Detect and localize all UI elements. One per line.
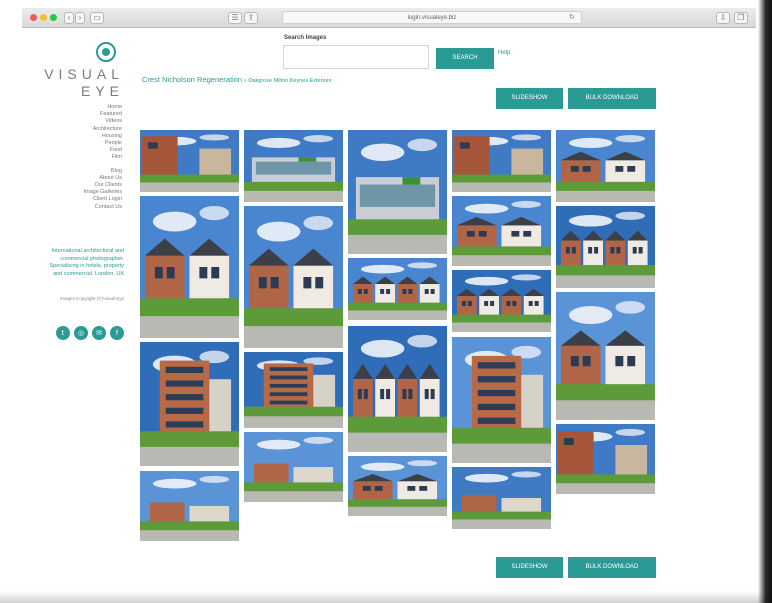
help-link[interactable]: Help xyxy=(498,50,510,56)
logo-line-2: EYE xyxy=(80,83,124,99)
search-button[interactable]: SEARCH xyxy=(436,48,494,69)
gallery-image[interactable] xyxy=(348,326,447,452)
nav-item-film[interactable]: Film xyxy=(83,154,122,161)
nav-item-clients[interactable]: Our Clients xyxy=(83,182,122,189)
gallery-image[interactable] xyxy=(348,130,447,254)
gallery-image[interactable] xyxy=(452,130,551,192)
reload-icon[interactable]: ↻ xyxy=(569,12,575,24)
breadcrumb-gallery[interactable]: Crest Nicholson Regeneration xyxy=(142,75,242,84)
slideshow-button-bottom[interactable]: SLIDESHOW xyxy=(496,557,563,578)
zoom-window-button[interactable] xyxy=(50,14,57,21)
breadcrumb-current: Oakgrove Milton Keynes Exteriors xyxy=(248,78,332,84)
gallery-image[interactable] xyxy=(556,292,655,420)
logo-line-1: VISUAL xyxy=(44,66,124,82)
nav-item-client-login[interactable]: Client Login xyxy=(83,196,122,203)
close-window-button[interactable] xyxy=(30,14,37,21)
gallery-image[interactable] xyxy=(244,130,343,202)
nav-item-about[interactable]: About Us xyxy=(83,175,122,182)
nav-item-people[interactable]: People xyxy=(83,140,122,147)
gallery-image[interactable] xyxy=(244,352,343,428)
nav-item-videos[interactable]: Videos xyxy=(83,118,122,125)
window-bottom-shadow xyxy=(0,591,772,603)
minimize-window-button[interactable] xyxy=(40,14,47,21)
site-description: International architectural and commerci… xyxy=(49,248,124,277)
gallery-image[interactable] xyxy=(348,258,447,320)
gallery-image[interactable] xyxy=(244,432,343,502)
nav-item-home[interactable]: Home xyxy=(83,104,122,111)
bulk-download-button-bottom[interactable]: BULK DOWNLOAD xyxy=(568,557,656,578)
site-logo[interactable]: VISUAL EYE xyxy=(44,66,124,99)
bulk-download-button-top[interactable]: BULK DOWNLOAD xyxy=(568,88,656,109)
nav-item-galleries[interactable]: Image Galleries xyxy=(83,189,122,196)
address-bar[interactable]: login.visualeye.biz ↻ xyxy=(282,11,582,24)
address-bar-url: login.visualeye.biz xyxy=(407,15,457,21)
nav-item-housing[interactable]: Housing xyxy=(83,133,122,140)
gallery-image[interactable] xyxy=(348,456,447,516)
search-input[interactable] xyxy=(283,45,429,69)
gallery-image[interactable] xyxy=(140,471,239,541)
copyright-notice: Images Copyright (©)Visual Eye xyxy=(59,296,124,301)
nav-item-architecture[interactable]: Architecture xyxy=(83,126,122,133)
window-edge-shadow xyxy=(758,0,772,603)
logo-eye-icon[interactable] xyxy=(96,42,116,62)
gallery-image[interactable] xyxy=(556,424,655,494)
sidebar-toggle-icon[interactable]: ▭ xyxy=(90,12,104,24)
gallery-image[interactable] xyxy=(556,130,655,202)
browser-toolbar: ‹ › ▭ ☰ ⇪ login.visualeye.biz ↻ ⇩ ❐ xyxy=(22,8,756,28)
facebook-icon[interactable]: f xyxy=(110,326,124,340)
gallery-image[interactable] xyxy=(140,342,239,466)
gallery-image[interactable] xyxy=(452,196,551,266)
back-button[interactable]: ‹ xyxy=(64,12,74,24)
reader-icon[interactable]: ☰ xyxy=(228,12,242,24)
nav-item-food[interactable]: Food xyxy=(83,147,122,154)
gallery-image[interactable] xyxy=(140,196,239,338)
gallery-image[interactable] xyxy=(452,337,551,463)
search-label: Search Images xyxy=(284,35,327,41)
twitter-icon[interactable]: t xyxy=(56,326,70,340)
nav-item-blog[interactable]: Blog xyxy=(83,168,122,175)
sidebar-nav: Home Featured Videos Architecture Housin… xyxy=(83,104,122,211)
gallery-image[interactable] xyxy=(140,130,239,192)
tabs-icon[interactable]: ❐ xyxy=(734,12,748,24)
instagram-icon[interactable]: ◎ xyxy=(74,326,88,340)
nav-item-featured[interactable]: Featured xyxy=(83,111,122,118)
forward-button[interactable]: › xyxy=(75,12,85,24)
gallery-image[interactable] xyxy=(244,206,343,348)
nav-item-contact[interactable]: Contact Us xyxy=(83,204,122,211)
gallery-image[interactable] xyxy=(452,270,551,332)
share-icon[interactable]: ⇪ xyxy=(244,12,258,24)
email-icon[interactable]: ✉ xyxy=(92,326,106,340)
social-links: t ◎ ✉ f xyxy=(42,326,124,340)
gallery-image[interactable] xyxy=(556,206,655,288)
download-icon[interactable]: ⇩ xyxy=(716,12,730,24)
slideshow-button-top[interactable]: SLIDESHOW xyxy=(496,88,563,109)
breadcrumb: Crest Nicholson Regeneration » Oakgrove … xyxy=(142,75,331,84)
gallery-image[interactable] xyxy=(452,467,551,529)
